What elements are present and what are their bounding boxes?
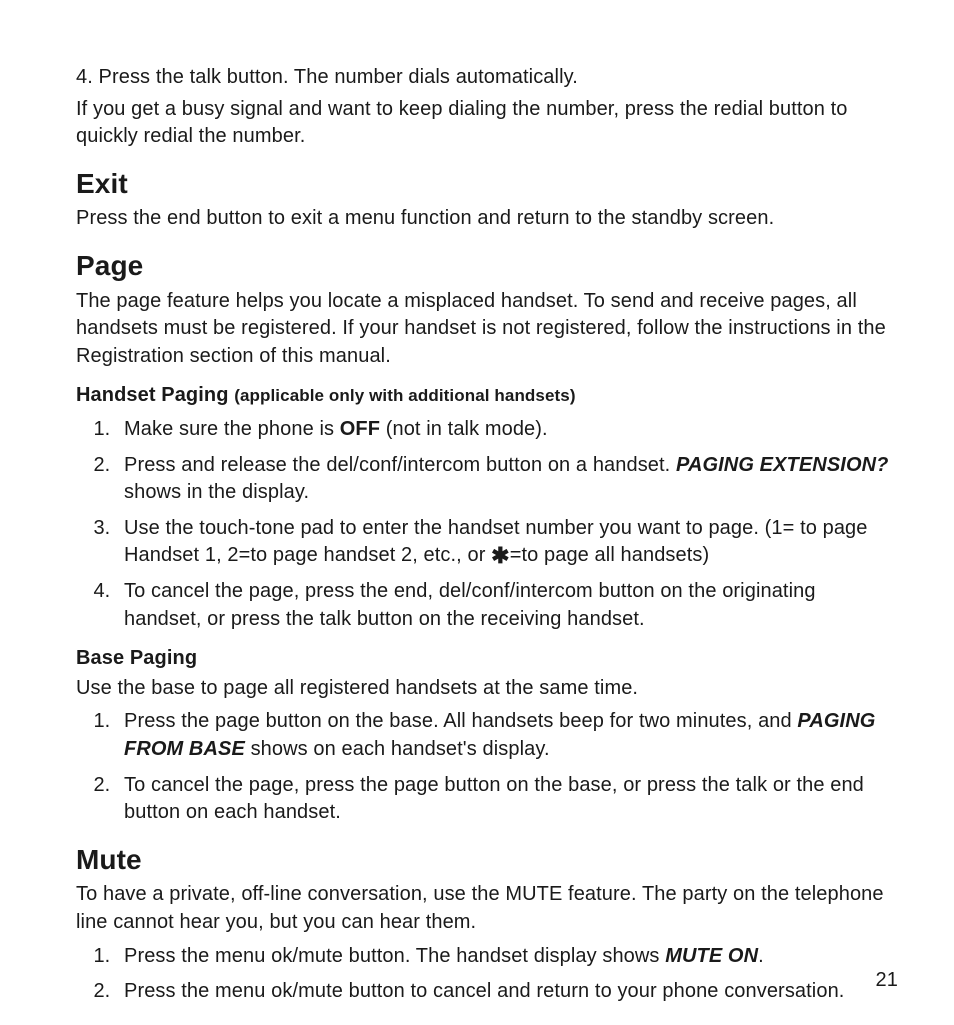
mute-s1-a: Press the menu ok/mute button. The hands… bbox=[124, 945, 665, 967]
bp-s1-a: Press the page button on the base. All h… bbox=[124, 710, 797, 732]
handset-paging-step-3: Use the touch-tone pad to enter the hand… bbox=[116, 515, 898, 570]
mute-s1-b: . bbox=[758, 945, 764, 967]
handset-paging-step-1: Make sure the phone is OFF (not in talk … bbox=[116, 416, 898, 444]
manual-page: 4. Press the talk button. The number dia… bbox=[0, 0, 954, 1025]
hp-s3-b: =to page all handsets) bbox=[510, 544, 710, 566]
handset-paging-title-sub: (applicable only with additional handset… bbox=[234, 386, 575, 405]
base-paging-step-1: Press the page button on the base. All h… bbox=[116, 708, 898, 763]
heading-base-paging: Base Paging bbox=[76, 645, 898, 673]
handset-paging-step-4: To cancel the page, press the end, del/c… bbox=[116, 578, 898, 633]
hp-s1-off: OFF bbox=[340, 418, 380, 440]
mute-step-1: Press the menu ok/mute button. The hands… bbox=[116, 943, 898, 971]
intro-step4: 4. Press the talk button. The number dia… bbox=[76, 64, 898, 92]
handset-paging-step-2: Press and release the del/conf/intercom … bbox=[116, 452, 898, 507]
heading-handset-paging: Handset Paging (applicable only with add… bbox=[76, 382, 898, 410]
mute-intro: To have a private, off-line conversation… bbox=[76, 881, 898, 936]
exit-body: Press the end button to exit a menu func… bbox=[76, 205, 898, 233]
hp-s1-b: (not in talk mode). bbox=[380, 418, 548, 440]
mute-step-2: Press the menu ok/mute button to cancel … bbox=[116, 978, 898, 1006]
base-paging-step-2: To cancel the page, press the page butto… bbox=[116, 772, 898, 827]
hp-s1-a: Make sure the phone is bbox=[124, 418, 340, 440]
base-paging-steps: Press the page button on the base. All h… bbox=[76, 708, 898, 826]
mute-steps: Press the menu ok/mute button. The hands… bbox=[76, 943, 898, 1006]
hp-s2-b: shows in the display. bbox=[124, 481, 309, 503]
heading-exit: Exit bbox=[76, 165, 898, 204]
page-number: 21 bbox=[876, 967, 898, 995]
heading-mute: Mute bbox=[76, 841, 898, 880]
intro-busy-note: If you get a busy signal and want to kee… bbox=[76, 96, 898, 151]
hp-s2-paging-extension: PAGING EXTENSION? bbox=[676, 454, 888, 476]
bp-s1-b: shows on each handset's display. bbox=[245, 738, 550, 760]
heading-page: Page bbox=[76, 247, 898, 286]
hp-s2-a: Press and release the del/conf/intercom … bbox=[124, 454, 676, 476]
page-intro: The page feature helps you locate a misp… bbox=[76, 288, 898, 371]
base-paging-intro: Use the base to page all registered hand… bbox=[76, 675, 898, 703]
handset-paging-title-main: Handset Paging bbox=[76, 384, 234, 406]
mute-s1-mute-on: MUTE ON bbox=[665, 945, 758, 967]
handset-paging-steps: Make sure the phone is OFF (not in talk … bbox=[76, 416, 898, 633]
